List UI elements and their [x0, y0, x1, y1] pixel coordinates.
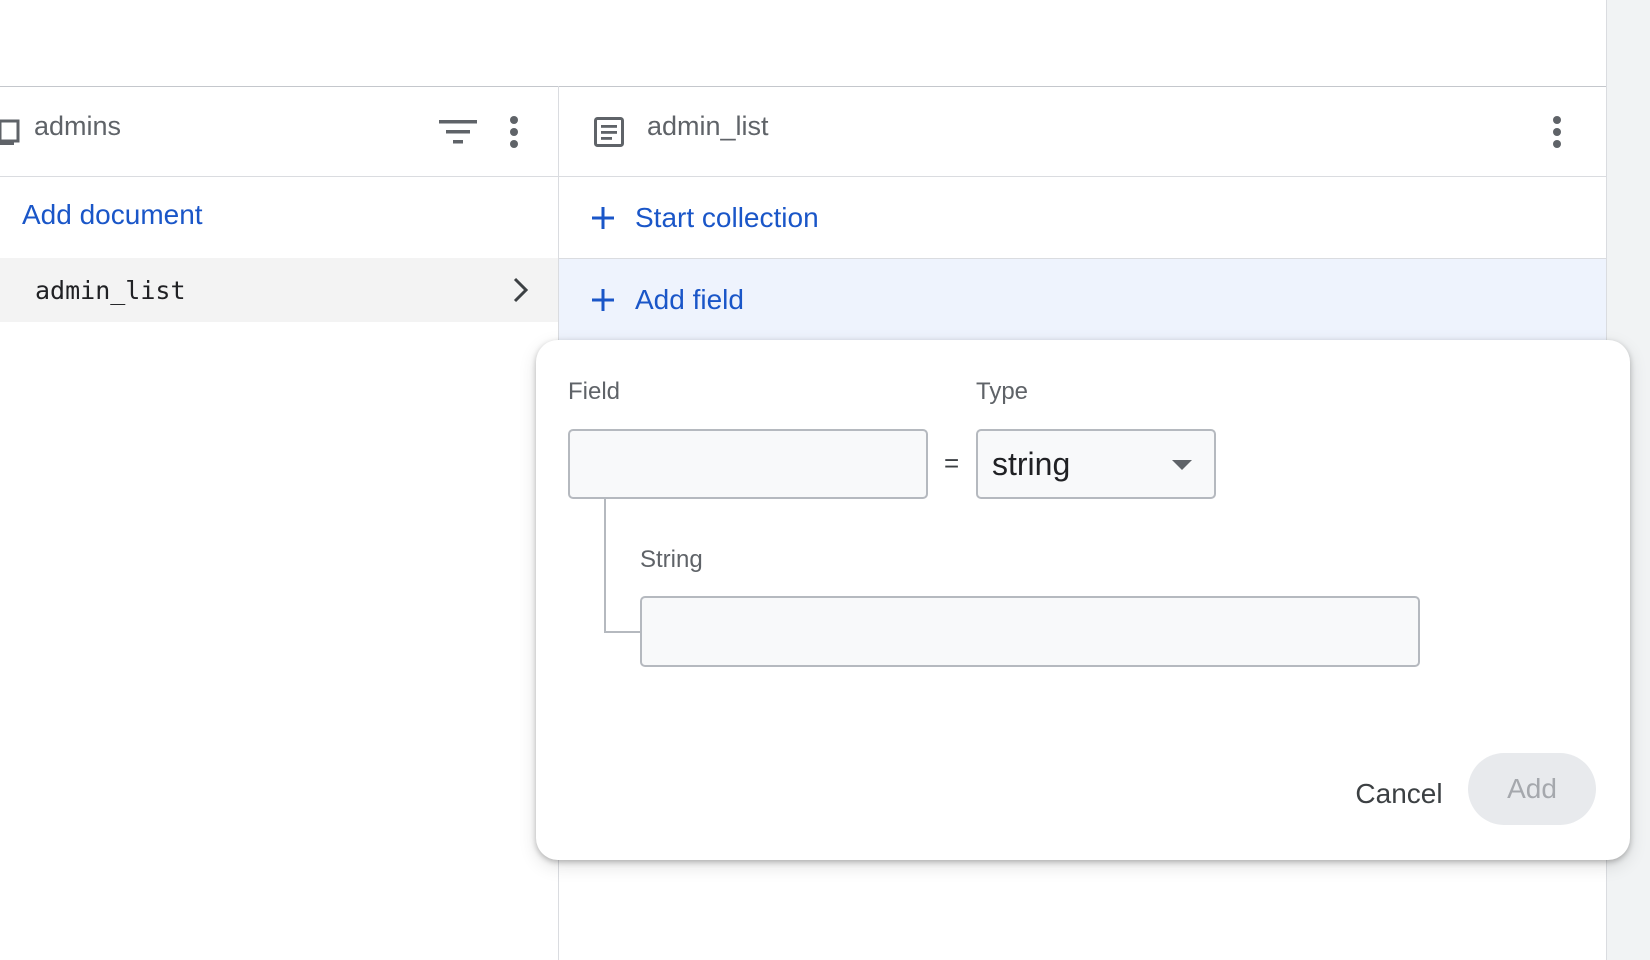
- field-value-label: String: [640, 546, 703, 573]
- document-icon: [587, 110, 631, 154]
- chevron-right-icon: [512, 276, 530, 309]
- add-document-button[interactable]: Add document: [22, 199, 203, 231]
- collection-title: admins: [34, 111, 122, 141]
- collection-column-header: admins: [0, 87, 558, 177]
- collection-icon: [0, 110, 30, 154]
- field-name-input[interactable]: [568, 429, 928, 499]
- field-type-label: Type: [976, 378, 1029, 405]
- field-type-select[interactable]: string: [976, 429, 1216, 499]
- document-list-item-label: admin_list: [35, 275, 186, 305]
- dropdown-caret-icon: [1172, 460, 1192, 470]
- collection-more-icon[interactable]: [492, 110, 536, 154]
- document-title: admin_list: [647, 111, 769, 141]
- plus-icon: [589, 286, 617, 314]
- equals-sign: =: [944, 448, 960, 478]
- tree-connector-vertical: [604, 499, 606, 633]
- firestore-data-view: admins admin_list Add document admin_lis…: [0, 0, 1650, 960]
- document-column-header: admin_list: [559, 87, 1606, 177]
- tree-connector-horizontal: [604, 631, 640, 633]
- start-collection-label: Start collection: [635, 201, 819, 233]
- add-button[interactable]: Add: [1468, 753, 1596, 825]
- add-field-button[interactable]: Add field: [559, 259, 1606, 341]
- field-value-input[interactable]: [640, 596, 1420, 667]
- field-name-label: Field: [568, 378, 621, 405]
- add-field-label: Add field: [635, 284, 744, 315]
- document-list-item[interactable]: admin_list: [0, 258, 558, 322]
- field-type-value: string: [992, 445, 1071, 482]
- add-field-dialog: Field Type = string String Cancel Add: [536, 340, 1630, 860]
- filter-icon[interactable]: [436, 110, 480, 154]
- cancel-button[interactable]: Cancel: [1340, 764, 1458, 824]
- plus-icon: [589, 204, 617, 232]
- document-more-icon[interactable]: [1535, 110, 1579, 154]
- start-collection-button[interactable]: Start collection: [559, 177, 1606, 259]
